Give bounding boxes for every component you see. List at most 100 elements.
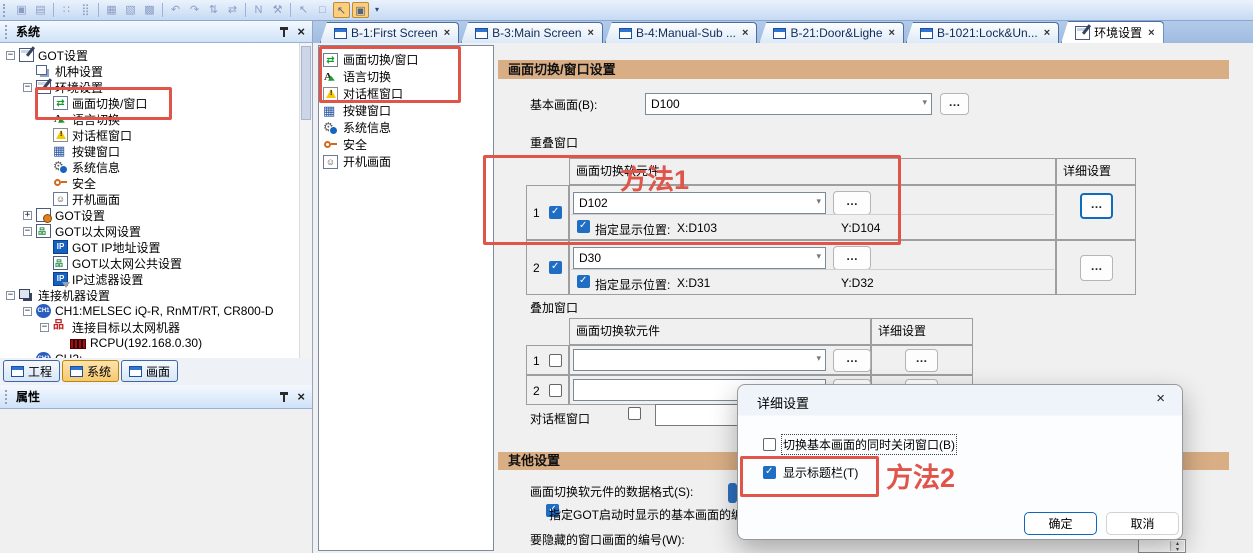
- hide-window-number-input[interactable]: ▴▾: [1138, 539, 1186, 553]
- close-icon[interactable]: ×: [297, 391, 305, 403]
- tree-item[interactable]: −连接目标以太网机器: [0, 319, 299, 335]
- flip-vertical-icon[interactable]: ⇅: [205, 2, 222, 18]
- panel-grip-icon[interactable]: [5, 25, 11, 39]
- edit-vertices-icon[interactable]: N: [250, 2, 267, 18]
- screen-tab[interactable]: B-1021:Lock&Un...×: [906, 22, 1059, 43]
- pin-icon[interactable]: [278, 26, 289, 38]
- collapse-expander-icon[interactable]: −: [23, 83, 32, 92]
- tree-item[interactable]: 系统信息: [0, 159, 299, 175]
- tree-item[interactable]: GOT以太网公共设置: [0, 255, 299, 271]
- tree-item[interactable]: GOT IP地址设置: [0, 239, 299, 255]
- collapse-expander-icon[interactable]: −: [23, 307, 32, 316]
- tree-item[interactable]: +GOT设置: [0, 207, 299, 223]
- tab-close-icon[interactable]: ×: [588, 27, 594, 39]
- category-item[interactable]: 系统信息: [319, 119, 493, 136]
- tree-item[interactable]: 开机画面: [0, 191, 299, 207]
- rotate-right-icon[interactable]: ↷: [186, 2, 203, 18]
- screen-switch-device-combo[interactable]: ▾: [573, 349, 826, 371]
- paste-window-icon[interactable]: ▩: [141, 2, 158, 18]
- device-browse-button[interactable]: …: [833, 246, 871, 270]
- panel-tab-工程[interactable]: 工程: [3, 360, 60, 382]
- window-select-icon[interactable]: ▣: [352, 2, 369, 18]
- pin-icon[interactable]: [278, 391, 289, 403]
- category-item[interactable]: 开机画面: [319, 153, 493, 170]
- tree-item[interactable]: 按键窗口: [0, 143, 299, 159]
- tab-close-icon[interactable]: ×: [1148, 27, 1154, 39]
- tab-close-icon[interactable]: ×: [1044, 27, 1050, 39]
- screen-switch-device-combo[interactable]: D30▾: [573, 247, 826, 269]
- panel-tab-系统[interactable]: 系统: [62, 360, 119, 382]
- base-screen-combo[interactable]: D100 ▾: [645, 93, 932, 115]
- cursor-icon[interactable]: ↖: [295, 2, 312, 18]
- dialog-close-icon[interactable]: ×: [1156, 391, 1165, 406]
- expand-expander-icon[interactable]: +: [23, 211, 32, 220]
- distribute-objects-icon[interactable]: ⣿: [77, 2, 94, 18]
- collapse-expander-icon[interactable]: −: [23, 227, 32, 236]
- detail-settings-button[interactable]: …: [1080, 255, 1113, 281]
- tree-item[interactable]: IP过滤器设置: [0, 271, 299, 287]
- device-browse-button[interactable]: …: [833, 349, 871, 372]
- detail-settings-button[interactable]: …: [1080, 193, 1113, 219]
- tree-item[interactable]: −GOT以太网设置: [0, 223, 299, 239]
- spinner-icon[interactable]: ▴▾: [1170, 541, 1184, 551]
- align-objects-icon[interactable]: ∷: [58, 2, 75, 18]
- tree-item[interactable]: CH2CH2:: [0, 351, 299, 358]
- close-window-checkbox[interactable]: [763, 438, 776, 451]
- tree-item[interactable]: −GOT设置: [0, 47, 299, 63]
- tree-item[interactable]: 机种设置: [0, 63, 299, 79]
- toolbar: ▣▤∷⣿▦▧▩↶↷⇅⇄N⚒↖□↖▣▾: [0, 0, 1253, 21]
- window-enable-checkbox[interactable]: [549, 261, 562, 274]
- chevron-down-icon[interactable]: ▾: [922, 97, 927, 108]
- object-select-icon[interactable]: ↖: [333, 2, 350, 18]
- screen-tab[interactable]: B-4:Manual-Sub ...×: [605, 22, 758, 43]
- toolbar-grip-icon[interactable]: [3, 4, 9, 17]
- tree-item[interactable]: RCPU(192.168.0.30): [0, 335, 299, 351]
- chevron-down-icon[interactable]: ▾: [816, 251, 821, 262]
- flip-horizontal-icon[interactable]: ⇄: [224, 2, 241, 18]
- collapse-expander-icon[interactable]: −: [6, 51, 15, 60]
- screen-tab[interactable]: B-3:Main Screen×: [461, 22, 603, 43]
- chevron-down-icon[interactable]: ▾: [816, 353, 821, 364]
- panel-title: 系统: [16, 23, 278, 40]
- cell-divider: [571, 269, 1054, 270]
- send-to-back-icon[interactable]: ▤: [32, 2, 49, 18]
- select-area-icon[interactable]: □: [314, 2, 331, 18]
- close-window-checkbox-label[interactable]: 切换基本画面的同时关闭窗口(B): [783, 436, 955, 453]
- screen-tab[interactable]: B-1:First Screen×: [320, 22, 459, 43]
- panel-tab-画面[interactable]: 画面: [121, 360, 178, 382]
- tree-item[interactable]: −CH1CH1:MELSEC iQ-R, RnMT/RT, CR800-D: [0, 303, 299, 319]
- rotate-left-icon[interactable]: ↶: [167, 2, 184, 18]
- dialog-window-checkbox[interactable]: [628, 407, 641, 420]
- window-enable-checkbox[interactable]: [549, 354, 562, 367]
- tree-item[interactable]: −连接机器设置: [0, 287, 299, 303]
- window-enable-checkbox[interactable]: [549, 384, 562, 397]
- paste-front-icon[interactable]: ▦: [103, 2, 120, 18]
- collapse-expander-icon[interactable]: −: [40, 323, 49, 332]
- tree-item-label: 安全: [72, 175, 96, 192]
- tab-close-icon[interactable]: ×: [742, 27, 748, 39]
- close-icon[interactable]: ×: [297, 26, 305, 38]
- category-item[interactable]: 安全: [319, 136, 493, 153]
- screen-tab[interactable]: B-21:Door&Lighe×: [759, 22, 904, 43]
- toolbar-overflow-icon[interactable]: ▾: [371, 2, 383, 18]
- panel-grip-icon[interactable]: [5, 390, 11, 404]
- tree-item[interactable]: 安全: [0, 175, 299, 191]
- bring-to-front-icon[interactable]: ▣: [13, 2, 30, 18]
- ok-button[interactable]: 确定: [1024, 512, 1097, 535]
- tab-close-icon[interactable]: ×: [444, 27, 450, 39]
- tab-close-icon[interactable]: ×: [889, 27, 895, 39]
- cancel-button[interactable]: 取消: [1106, 512, 1179, 535]
- paste-back-icon[interactable]: ▧: [122, 2, 139, 18]
- base-screen-browse-button[interactable]: …: [940, 93, 969, 115]
- data-format-combo[interactable]: [728, 483, 737, 503]
- column-header-detail: 详细设置: [1056, 158, 1136, 185]
- scrollbar-thumb[interactable]: [301, 46, 311, 120]
- collapse-expander-icon[interactable]: −: [6, 291, 15, 300]
- screen-tab[interactable]: 环境设置×: [1061, 21, 1163, 43]
- detail-settings-button[interactable]: …: [905, 349, 938, 372]
- options-icon[interactable]: ⚒: [269, 2, 286, 18]
- tree-scrollbar[interactable]: [299, 43, 312, 358]
- category-item[interactable]: 按键窗口: [319, 102, 493, 119]
- display-position-checkbox[interactable]: [577, 275, 590, 288]
- tree-item[interactable]: 对话框窗口: [0, 127, 299, 143]
